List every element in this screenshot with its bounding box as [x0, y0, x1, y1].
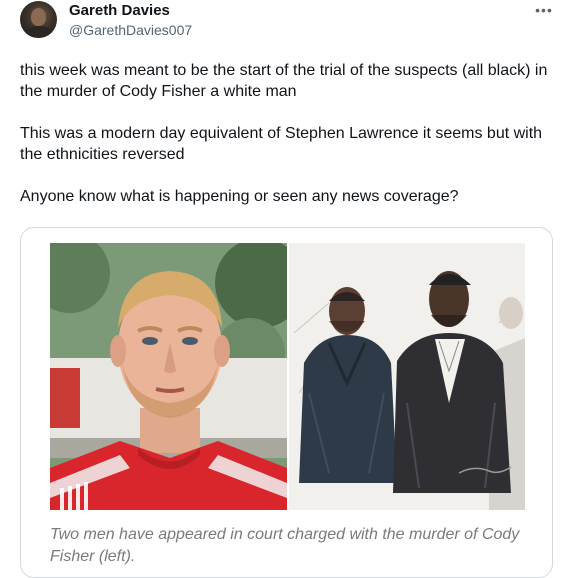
tweet-paragraph: this week was meant to be the start of t…: [20, 62, 548, 100]
avatar-face: [31, 8, 46, 26]
more-horizontal-icon[interactable]: •••: [532, 0, 556, 20]
court-sketch-illustration: [289, 243, 525, 510]
court-sketch[interactable]: [289, 243, 525, 510]
tweet-paragraph: This was a modern day equivalent of Step…: [20, 125, 543, 163]
avatar-shoulders: [23, 26, 54, 38]
media-card[interactable]: Two men have appeared in court charged w…: [20, 227, 553, 578]
author-name[interactable]: Gareth Davies: [69, 2, 170, 19]
tweet-text: this week was meant to be the start of t…: [20, 60, 555, 228]
tweet-paragraph: Anyone know what is happening or seen an…: [20, 188, 459, 205]
avatar[interactable]: [20, 1, 57, 38]
portrait-photo[interactable]: [50, 243, 287, 510]
author-handle[interactable]: @GarethDavies007: [69, 22, 192, 38]
portrait-photo-illustration: [50, 243, 287, 510]
media-caption: Two men have appeared in court charged w…: [50, 526, 520, 565]
